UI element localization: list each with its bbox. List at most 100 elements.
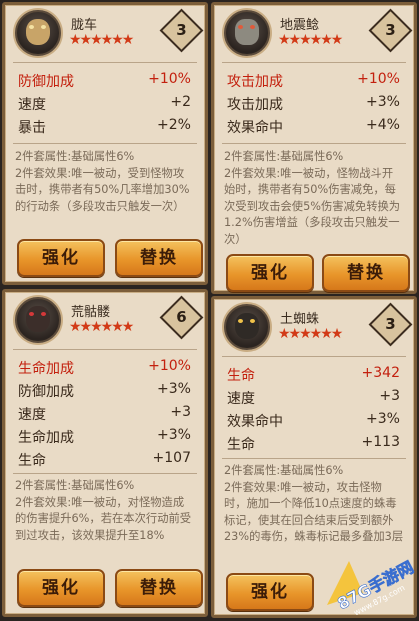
sub-stat: 攻击加成 +3% (227, 91, 402, 114)
sub-stat: 速度 +3 (18, 401, 193, 424)
divider (222, 458, 406, 459)
set-attribute: 2件套属性:基础属性6% (15, 150, 135, 163)
soul-name: 土蜘蛛 (280, 312, 320, 327)
stat-label: 攻击加成 (227, 97, 283, 113)
stat-value: +3% (157, 381, 191, 397)
stat-value: +4% (366, 117, 400, 133)
stat-list: 攻击加成 +10% 攻击加成 +3% 效果命中 +4% (227, 68, 402, 137)
enhance-button[interactable]: 强化 (17, 569, 105, 607)
main-stat: 生命 +342 (227, 362, 402, 385)
soul-card-oboroguruma: 胧车 ★★★★★★ 3 防御加成 +10% 速度 +2 暴击 +2% 2件套属性:基础… (2, 2, 208, 285)
set-effect-text: 2件套属性:基础属性6% 2件套效果:唯一被动，受到怪物攻击时，携带者有50%几… (15, 149, 195, 215)
stat-label: 生命 (18, 453, 46, 469)
stat-list: 生命加成 +10% 防御加成 +3% 速度 +3 生命加成 +3% 生命 +107 (18, 355, 193, 470)
card-header: 地震鲶 ★★★★★★ 3 (214, 5, 414, 57)
sub-stat: 防御加成 +3% (18, 378, 193, 401)
stat-label: 生命 (227, 437, 255, 453)
soul-avatar[interactable] (224, 304, 270, 350)
soul-card-araskeleton: 荒骷髅 ★★★★★★ 6 生命加成 +10% 防御加成 +3% 速度 +3 生命加成 +… (2, 289, 208, 617)
enhance-button[interactable]: 强化 (226, 573, 314, 611)
stat-value: +10% (148, 358, 191, 374)
star-rating: ★★★★★★ (69, 32, 134, 48)
soul-name: 地震鲶 (280, 18, 320, 33)
stat-label: 效果命中 (227, 414, 283, 430)
divider (222, 356, 406, 357)
set-effect: 2件套效果:唯一被动，受到怪物攻击时，携带者有50%几率增加30%的行动条（多段… (15, 166, 190, 213)
set-effect: 2件套效果:唯一被动，怪物战斗开始时，携带者有50%伤害减免，每次受到攻击会使5… (224, 166, 401, 246)
star-rating: ★★★★★★ (278, 32, 343, 48)
slot-badge-icon: 3 (368, 302, 413, 347)
star-rating: ★★★★★★ (278, 326, 343, 342)
divider (222, 143, 406, 144)
stat-label: 生命 (227, 368, 255, 384)
sub-stat: 暴击 +2% (18, 114, 193, 137)
stat-label: 暴击 (18, 120, 46, 136)
main-stat: 生命加成 +10% (18, 355, 193, 378)
main-stat: 攻击加成 +10% (227, 68, 402, 91)
divider (13, 62, 197, 63)
slot-number: 3 (176, 21, 187, 39)
stat-label: 效果命中 (227, 120, 283, 136)
slot-badge-icon: 3 (159, 8, 204, 53)
soul-avatar[interactable] (224, 10, 270, 56)
slot-badge-icon: 6 (159, 295, 204, 340)
stat-label: 防御加成 (18, 384, 74, 400)
stat-value: +10% (357, 71, 400, 87)
soul-avatar[interactable] (15, 10, 61, 56)
sub-stat: 生命 +107 (18, 447, 193, 470)
star-rating: ★★★★★★ (69, 319, 134, 335)
stat-label: 速度 (18, 97, 46, 113)
stat-value: +3% (366, 411, 400, 427)
set-effect: 2件套效果:唯一被动，对怪物造成的伤害提升6%，若在本次行动前受到过攻击，该效果… (15, 495, 192, 542)
stat-label: 生命加成 (18, 361, 74, 377)
sub-stat: 生命加成 +3% (18, 424, 193, 447)
sub-stat: 效果命中 +4% (227, 114, 402, 137)
stat-value: +3 (170, 404, 191, 420)
stat-label: 防御加成 (18, 74, 74, 90)
soul-name: 荒骷髅 (71, 305, 111, 320)
enhance-button[interactable]: 强化 (17, 239, 105, 277)
divider (222, 62, 406, 63)
stat-value: +113 (361, 434, 400, 450)
replace-button[interactable]: 替换 (115, 569, 203, 607)
main-stat: 防御加成 +10% (18, 68, 193, 91)
sub-stat: 速度 +3 (227, 385, 402, 408)
sub-stat: 生命 +113 (227, 431, 402, 454)
stat-value: +2 (170, 94, 191, 110)
slot-number: 3 (385, 21, 396, 39)
sub-stat: 速度 +2 (18, 91, 193, 114)
slot-number: 3 (385, 315, 396, 333)
card-header: 荒骷髅 ★★★★★★ 6 (5, 292, 205, 344)
sub-stat: 效果命中 +3% (227, 408, 402, 431)
slot-number: 6 (176, 308, 187, 326)
stat-value: +2% (157, 117, 191, 133)
replace-button[interactable]: 替换 (115, 239, 203, 277)
set-effect-text: 2件套属性:基础属性6% 2件套效果:唯一被动，对怪物造成的伤害提升6%，若在本… (15, 478, 195, 544)
stat-list: 生命 +342 速度 +3 效果命中 +3% 生命 +113 (227, 362, 402, 454)
card-header: 土蜘蛛 ★★★★★★ 3 (214, 299, 414, 351)
stat-label: 速度 (227, 391, 255, 407)
stat-value: +3 (379, 388, 400, 404)
divider (13, 473, 197, 474)
stat-label: 速度 (18, 407, 46, 423)
soul-avatar[interactable] (15, 297, 61, 343)
stat-value: +342 (361, 365, 400, 381)
stat-value: +3% (366, 94, 400, 110)
set-effect-text: 2件套属性:基础属性6% 2件套效果:唯一被动，攻击怪物时，施加一个降低10点速… (224, 463, 404, 546)
stat-value: +107 (152, 450, 191, 466)
stat-value: +10% (148, 71, 191, 87)
soul-card-jishinnamazu: 地震鲶 ★★★★★★ 3 攻击加成 +10% 攻击加成 +3% 效果命中 +4% 2件… (211, 2, 417, 294)
soul-name: 胧车 (71, 18, 98, 33)
replace-button[interactable]: 替换 (322, 254, 410, 292)
set-effect: 2件套效果:唯一被动，攻击怪物时，施加一个降低10点速度的蛛毒标记，使其在回合结… (224, 480, 404, 544)
set-attribute: 2件套属性:基础属性6% (224, 150, 344, 163)
stat-value: +3% (157, 427, 191, 443)
stat-label: 生命加成 (18, 430, 74, 446)
enhance-button[interactable]: 强化 (226, 254, 314, 292)
divider (13, 349, 197, 350)
slot-badge-icon: 3 (368, 8, 413, 53)
set-effect-text: 2件套属性:基础属性6% 2件套效果:唯一被动，怪物战斗开始时，携带者有50%伤… (224, 149, 404, 248)
divider (13, 143, 197, 144)
card-header: 胧车 ★★★★★★ 3 (5, 5, 205, 57)
set-attribute: 2件套属性:基础属性6% (224, 464, 344, 477)
